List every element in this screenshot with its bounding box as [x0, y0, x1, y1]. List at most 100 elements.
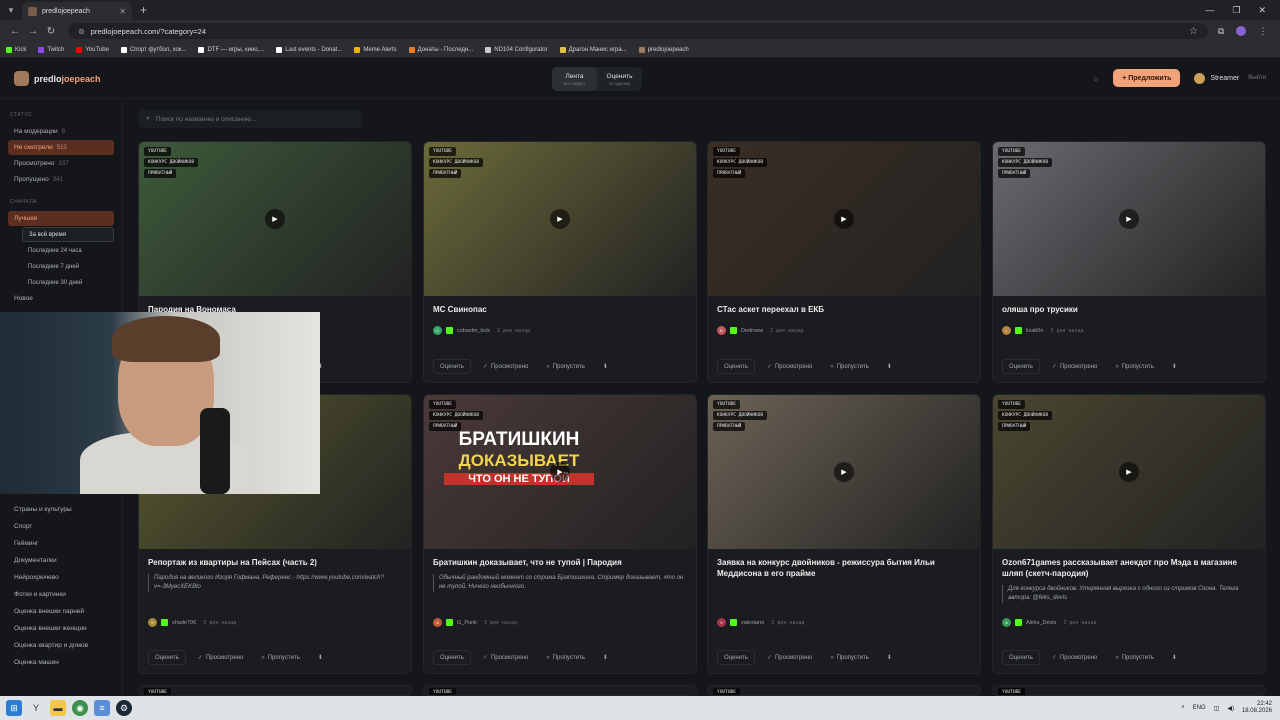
category-item[interactable]: Спорт — [8, 519, 115, 534]
rate-button[interactable]: Оценить — [1002, 359, 1040, 374]
download-icon[interactable]: ⬇ — [1166, 650, 1183, 665]
tab-menu-icon[interactable]: ▾ — [0, 0, 22, 20]
steam-icon[interactable]: ⚙ — [116, 700, 132, 716]
category-item[interactable]: Оценка внешки парней — [8, 604, 115, 619]
category-item[interactable]: Оценка внешки женщин — [8, 621, 115, 636]
yandex-icon[interactable]: Y — [28, 700, 44, 716]
bookmark-item[interactable]: Last events - Donat... — [276, 46, 342, 53]
search-input[interactable]: ⌕ Поиск по названию и описанию... — [138, 110, 362, 128]
status-filter-item[interactable]: Пропущено 341 — [8, 172, 114, 187]
play-icon[interactable]: ▶ — [834, 209, 854, 229]
bookmark-item[interactable]: predlojoepeach — [638, 46, 689, 53]
download-icon[interactable]: ⬇ — [597, 359, 614, 374]
category-item[interactable]: Оценка квартир и домов — [8, 638, 115, 653]
skip-button[interactable]: »Пропустить — [824, 359, 875, 374]
video-title[interactable]: МС Свинопас — [433, 304, 687, 315]
period-filter-item[interactable]: За всё время — [22, 227, 114, 242]
rate-button[interactable]: Оценить — [433, 650, 471, 665]
category-item[interactable]: Страны и культуры — [8, 502, 115, 517]
video-thumbnail[interactable]: YOUTUBE КОНКУРС ДВОЙНИКОВ ПРИВАТНЫЙ ▶ — [708, 395, 980, 549]
video-thumbnail[interactable]: YOUTUBE КОНКУРС ДВОЙНИКОВ ПРИВАТНЫЙ ▶ — [708, 142, 980, 296]
category-item[interactable]: Фотки и картинки — [8, 587, 115, 602]
tab-rate[interactable]: Оценить по одному — [597, 67, 642, 91]
sort-best[interactable]: Лучшее — [8, 211, 114, 226]
profile-avatar[interactable] — [1236, 26, 1247, 36]
watched-button[interactable]: ✓Просмотрено — [1046, 650, 1103, 665]
tab-feed[interactable]: Лента все видео — [552, 67, 597, 91]
skip-button[interactable]: »Пропустить — [1109, 650, 1160, 665]
network-icon[interactable]: ◫ — [1214, 705, 1220, 712]
period-filter-item[interactable]: Последние 30 дней — [22, 275, 114, 290]
reload-icon[interactable]: ↻ — [42, 26, 60, 37]
video-title[interactable]: Ozon671games рассказывает анекдот про Мэ… — [1002, 557, 1256, 579]
video-thumbnail[interactable]: YOUTUBE КОНКУРС ДВОЙНИКОВ ПРИВАТНЫЙ БРАТИШК… — [424, 395, 696, 549]
video-thumbnail[interactable]: YOUTUBE КОНКУРС ДВОЙНИКОВ ПРИВАТНЫЙ ▶ — [424, 142, 696, 296]
system-clock[interactable]: 22:42 18.08.2026 — [1242, 701, 1272, 715]
watched-button[interactable]: ✓Просмотрено — [477, 359, 534, 374]
rate-button[interactable]: Оценить — [717, 359, 755, 374]
language-indicator[interactable]: ENG — [1193, 705, 1206, 711]
author-name[interactable]: cobaslm_kick — [457, 328, 490, 334]
period-filter-item[interactable]: Последние 24 часа — [22, 243, 114, 258]
play-icon[interactable]: ▶ — [1119, 462, 1139, 482]
back-icon[interactable]: ← — [6, 26, 24, 37]
video-title[interactable]: оляша про трусики — [1002, 304, 1256, 315]
skip-button[interactable]: »Пропустить — [824, 650, 875, 665]
new-tab-icon[interactable]: + — [140, 3, 147, 17]
video-title[interactable]: Репортаж из квартиры на Пейсах (часть 2) — [148, 557, 402, 568]
volume-icon[interactable]: ◀) — [1227, 705, 1234, 712]
video-thumbnail[interactable]: YOUTUBE КОНКУРС ДВОЙНИКОВ ПРИВАТНЫЙ ▶ — [993, 142, 1265, 296]
bookmark-item[interactable]: Донаты - Последн... — [408, 46, 473, 53]
forward-icon[interactable]: → — [24, 26, 42, 37]
play-icon[interactable]: ▶ — [1119, 209, 1139, 229]
play-icon[interactable]: ▶ — [834, 462, 854, 482]
site-info-icon[interactable]: ⊚ — [78, 27, 85, 36]
play-icon[interactable]: ▶ — [550, 209, 570, 229]
video-thumbnail[interactable]: YOUTUBE КОНКУРС ДВОЙНИКОВ ПРИВАТНЫЙ ▶ — [139, 142, 411, 296]
watched-button[interactable]: ✓Просмотрено — [1046, 359, 1103, 374]
video-title[interactable]: Братишкин доказывает, что не тупой | Пар… — [433, 557, 687, 568]
period-filter-item[interactable]: Последние 7 дней — [22, 259, 114, 274]
theme-toggle-icon[interactable]: ☼ — [1092, 74, 1099, 83]
chrome-icon[interactable]: ◉ — [72, 700, 88, 716]
minimize-icon[interactable]: — — [1205, 5, 1214, 16]
maximize-icon[interactable]: ❐ — [1232, 5, 1240, 16]
close-tab-icon[interactable]: ✕ — [119, 7, 126, 16]
user-menu[interactable]: Streamer Выйти — [1194, 72, 1266, 84]
category-item[interactable]: Гейминг — [8, 536, 115, 551]
tray-chevron-icon[interactable]: ˄ — [1181, 705, 1185, 711]
download-icon[interactable]: ⬇ — [312, 650, 329, 665]
download-icon[interactable]: ⬇ — [881, 359, 898, 374]
suggest-button[interactable]: + Предложить — [1113, 69, 1181, 87]
bookmark-item[interactable]: Драгон Манис игра... — [559, 46, 627, 53]
category-item[interactable]: Документалки — [8, 553, 115, 568]
browser-tab[interactable]: predlojoepeach ✕ — [22, 2, 132, 20]
bookmark-item[interactable]: Twitch — [38, 46, 64, 53]
sort-new[interactable]: Новое — [8, 291, 114, 306]
video-thumbnail[interactable]: YOUTUBE КОНКУРС ДВОЙНИКОВ ПРИВАТНЫЙ ▶ — [993, 395, 1265, 549]
bookmark-item[interactable]: YouTube — [76, 46, 109, 53]
category-item[interactable]: Оценка машин — [8, 655, 115, 670]
author-name[interactable]: Aleks_Devis — [1026, 620, 1056, 626]
download-icon[interactable]: ⬇ — [881, 650, 898, 665]
author-name[interactable]: valexiano — [741, 620, 764, 626]
bookmark-item[interactable]: ND104 Configurator — [485, 46, 548, 53]
status-filter-item[interactable]: Не смотрели 513 — [8, 140, 114, 155]
play-icon[interactable]: ▶ — [550, 462, 570, 482]
bookmark-item[interactable]: Спорт футбол, хок... — [120, 46, 186, 53]
notepad-icon[interactable]: ≡ — [94, 700, 110, 716]
bookmark-star-icon[interactable]: ☆ — [1189, 26, 1198, 37]
file-explorer-icon[interactable]: ▬ — [50, 700, 66, 716]
status-filter-item[interactable]: На модерации 8 — [8, 124, 114, 139]
watched-button[interactable]: ✓Просмотрено — [477, 650, 534, 665]
skip-button[interactable]: »Пропустить — [1109, 359, 1160, 374]
skip-button[interactable]: »Пропустить — [255, 650, 306, 665]
close-window-icon[interactable]: ✕ — [1258, 5, 1266, 16]
status-filter-item[interactable]: Просмотрено 337 — [8, 156, 114, 171]
watched-button[interactable]: ✓Просмотрено — [761, 359, 818, 374]
author-name[interactable]: shade796 — [172, 620, 196, 626]
author-name[interactable]: lizab0n — [1026, 328, 1043, 334]
start-icon[interactable]: ⊞ — [6, 700, 22, 716]
watched-button[interactable]: ✓Просмотрено — [192, 650, 249, 665]
browser-menu-icon[interactable]: ⋮ — [1258, 26, 1267, 37]
